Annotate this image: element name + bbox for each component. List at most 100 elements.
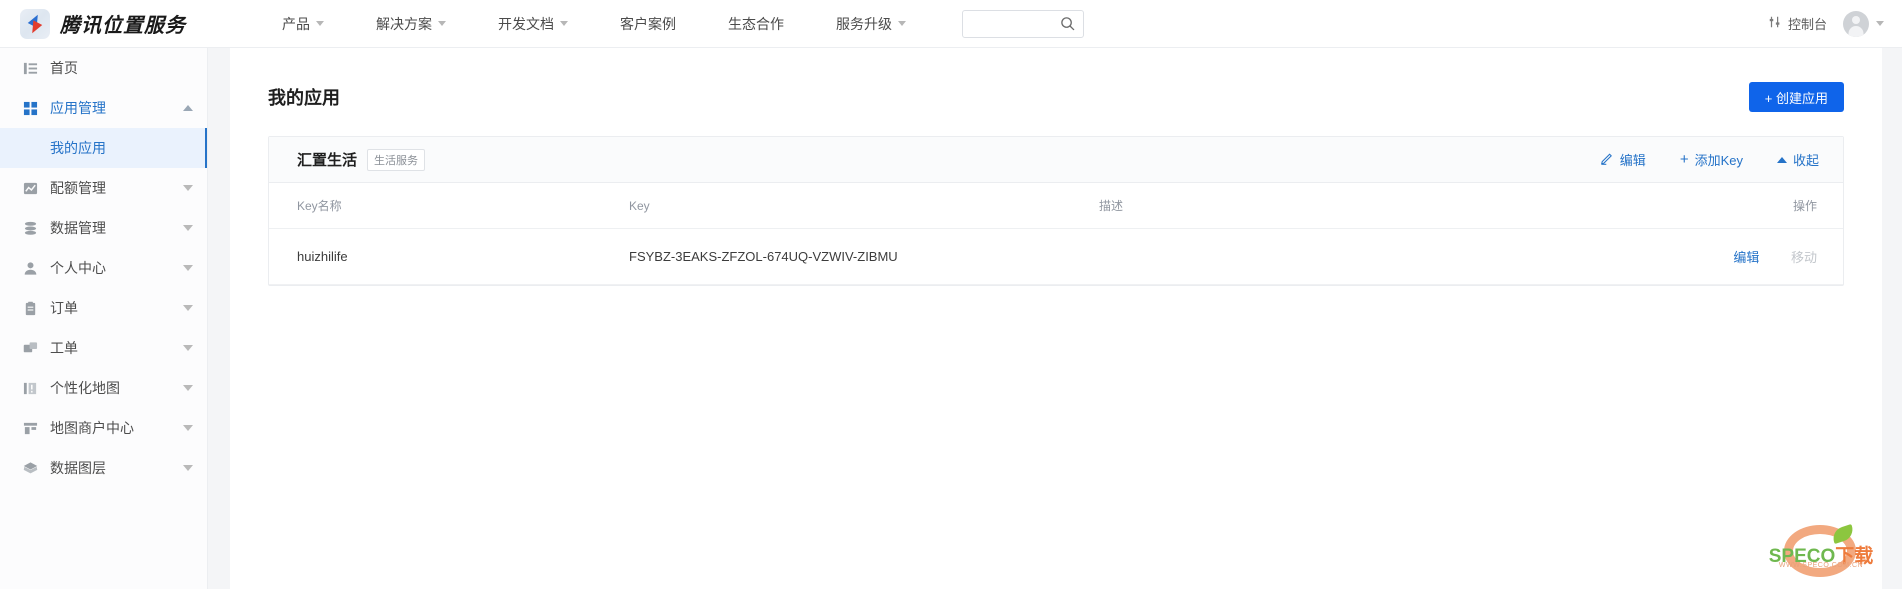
avatar[interactable]	[1843, 10, 1869, 37]
sidebar-item-orders[interactable]: 订单	[0, 288, 207, 328]
add-key-button[interactable]: + 添加Key	[1680, 150, 1743, 169]
nav-item-customer-cases[interactable]: 客户案例	[594, 0, 702, 48]
collapse-button[interactable]: 收起	[1776, 150, 1819, 169]
sidebar-item-app-management[interactable]: 应用管理	[0, 88, 207, 128]
caret-up-icon	[1776, 156, 1787, 163]
brand-logo-link[interactable]: 腾讯位置服务	[20, 8, 186, 39]
nav-item-solutions[interactable]: 解决方案	[350, 0, 472, 48]
nav-label: 开发文档	[498, 15, 554, 32]
cell-description	[1099, 228, 1599, 285]
nav-label: 服务升级	[836, 15, 892, 32]
nav-item-products[interactable]: 产品	[256, 0, 350, 48]
plus-icon: +	[1679, 151, 1689, 168]
sliders-icon	[1768, 15, 1782, 32]
cell-key-name: huizhilife	[269, 228, 629, 285]
app-card-actions: 编辑 + 添加Key 收起	[1600, 150, 1819, 169]
pencil-icon	[1600, 151, 1614, 168]
table-row: huizhilife FSYBZ-3EAKS-ZFZOL-674UQ-VZWIV…	[269, 228, 1843, 285]
chevron-down-icon[interactable]	[183, 305, 193, 311]
sidebar-item-label: 数据管理	[50, 220, 106, 236]
chevron-up-icon[interactable]	[183, 105, 193, 111]
page-title: 我的应用	[268, 88, 340, 108]
sidebar-item-quota-management[interactable]: 配额管理	[0, 168, 207, 208]
nav-label: 客户案例	[620, 15, 676, 32]
console-link[interactable]: 控制台	[1768, 14, 1827, 33]
ticket-icon	[22, 340, 38, 356]
nav-label: 解决方案	[376, 15, 432, 32]
column-header-description: 描述	[1099, 183, 1599, 229]
nav-item-dev-docs[interactable]: 开发文档	[472, 0, 594, 48]
nav-label: 产品	[282, 15, 310, 32]
edit-app-button[interactable]: 编辑	[1600, 150, 1646, 169]
sidebar-item-data-layer[interactable]: 数据图层	[0, 448, 207, 488]
layers-icon	[22, 460, 38, 476]
compass-icon	[20, 8, 50, 39]
sidebar-item-work-orders[interactable]: 工单	[0, 328, 207, 368]
console-label: 控制台	[1787, 17, 1827, 32]
chevron-down-icon	[560, 21, 568, 26]
nav-item-service-upgrade[interactable]: 服务升级	[810, 0, 932, 48]
database-icon	[22, 220, 38, 236]
top-header: 腾讯位置服务 产品 解决方案 开发文档 客户案例 生态合作 服务升级 控制台	[0, 0, 1902, 48]
action-label: 收起	[1792, 153, 1819, 168]
table-head: Key名称 Key 描述 操作	[269, 183, 1843, 229]
sidebar-item-label: 应用管理	[50, 100, 106, 116]
key-table: Key名称 Key 描述 操作 huizhilife FSYBZ-3EAKS-Z…	[269, 183, 1843, 285]
sidebar-item-custom-map[interactable]: 个性化地图	[0, 368, 207, 408]
header-right-actions: 控制台	[1768, 10, 1884, 37]
chevron-down-icon[interactable]	[183, 425, 193, 431]
user-menu[interactable]	[1843, 10, 1884, 37]
table-header-row: Key名称 Key 描述 操作	[269, 183, 1843, 229]
chevron-down-icon	[438, 21, 446, 26]
sidebar-item-label: 个人中心	[50, 260, 106, 276]
chevron-down-icon	[316, 21, 324, 26]
chevron-down-icon[interactable]	[1876, 21, 1884, 26]
map-style-icon	[22, 380, 38, 396]
search-input[interactable]	[971, 16, 1060, 31]
app-card-header: 汇置生活 生活服务 编辑 + 添加Key 收起	[269, 137, 1843, 183]
grid-icon	[22, 100, 38, 116]
chevron-down-icon[interactable]	[183, 225, 193, 231]
store-icon	[22, 420, 38, 436]
person-icon	[22, 260, 38, 276]
chevron-down-icon[interactable]	[183, 185, 193, 191]
content-panel: 我的应用 + 创建应用 汇置生活 生活服务 编辑 + 添加Key 收起 Key名…	[230, 48, 1882, 589]
chart-icon	[22, 180, 38, 196]
column-header-key: Key	[629, 183, 1099, 229]
sidebar-item-personal-center[interactable]: 个人中心	[0, 248, 207, 288]
clipboard-icon	[22, 300, 38, 316]
chevron-down-icon[interactable]	[183, 345, 193, 351]
chevron-down-icon[interactable]	[183, 465, 193, 471]
sidebar-item-my-apps[interactable]: 我的应用	[0, 128, 207, 168]
app-category-tag: 生活服务	[367, 148, 426, 171]
sidebar-item-label: 个性化地图	[50, 380, 120, 396]
sidebar-item-label: 配额管理	[50, 180, 106, 196]
page-header: 我的应用 + 创建应用	[230, 48, 1882, 120]
action-label: 编辑	[1619, 153, 1646, 168]
column-header-actions: 操作	[1599, 183, 1843, 229]
sidebar-item-label: 订单	[50, 300, 78, 316]
sidebar: 首页 应用管理 我的应用 配额管理 数据管理 个人中心 订单 工单 个性化地图 …	[0, 48, 208, 589]
main-area: 我的应用 + 创建应用 汇置生活 生活服务 编辑 + 添加Key 收起 Key名…	[208, 48, 1902, 589]
row-move-link: 移动	[1790, 250, 1817, 265]
action-label: 添加Key	[1694, 153, 1743, 168]
sidebar-item-label: 地图商户中心	[50, 420, 134, 436]
row-edit-link[interactable]: 编辑	[1733, 250, 1759, 265]
sidebar-item-map-merchant-center[interactable]: 地图商户中心	[0, 408, 207, 448]
sidebar-item-label: 首页	[50, 60, 78, 76]
sidebar-item-home[interactable]: 首页	[0, 48, 207, 88]
app-name: 汇置生活	[297, 152, 358, 169]
home-list-icon	[22, 60, 38, 76]
brand-name: 腾讯位置服务	[60, 15, 186, 37]
sidebar-item-label: 数据图层	[50, 460, 106, 476]
sidebar-item-data-management[interactable]: 数据管理	[0, 208, 207, 248]
search-box[interactable]	[962, 9, 1084, 38]
chevron-down-icon	[898, 21, 906, 26]
main-navigation: 产品 解决方案 开发文档 客户案例 生态合作 服务升级	[256, 0, 932, 48]
cell-key-value: FSYBZ-3EAKS-ZFZOL-674UQ-VZWIV-ZIBMU	[629, 228, 1099, 285]
search-icon[interactable]	[1060, 16, 1075, 31]
nav-item-ecosystem[interactable]: 生态合作	[702, 0, 810, 48]
create-app-button[interactable]: + 创建应用	[1748, 82, 1844, 112]
chevron-down-icon[interactable]	[183, 265, 193, 271]
chevron-down-icon[interactable]	[183, 385, 193, 391]
